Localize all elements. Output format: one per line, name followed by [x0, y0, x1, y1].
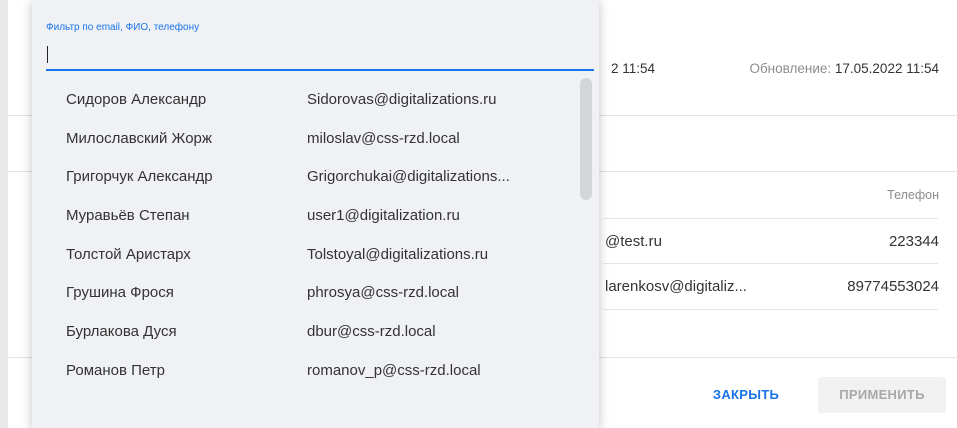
user-option-list: Сидоров Александр Sidorovas@digitalizati…	[32, 80, 582, 390]
updated-date: Обновление: 17.05.2022 11:54	[749, 61, 939, 76]
divider	[603, 218, 938, 219]
user-filter-dropdown: Фильтр по email, ФИО, телефону Сидоров А…	[32, 0, 599, 428]
user-option[interactable]: Милославский Жорж miloslav@css-rzd.local	[32, 119, 582, 158]
table-cell-email: larenkosv@digitaliz...	[605, 278, 747, 295]
user-option[interactable]: Сидоров Александр Sidorovas@digitalizati…	[32, 80, 582, 119]
user-option-name: Милославский Жорж	[66, 129, 212, 147]
user-option[interactable]: Григорчук Александр Grigorchukai@digital…	[32, 157, 582, 196]
user-option-name: Грушина Фрося	[66, 284, 174, 302]
user-option-name: Толстой Аристарх	[66, 245, 191, 263]
user-option-name: Бурлакова Дуся	[66, 323, 177, 341]
user-option-name: Григорчук Александр	[66, 168, 213, 186]
user-option[interactable]: Романов Петр romanov_p@css-rzd.local	[32, 351, 582, 390]
text-cursor	[47, 46, 48, 63]
user-option-email: dbur@css-rzd.local	[307, 323, 436, 341]
user-option-email: Tolstoyal@digitalizations.ru	[307, 245, 489, 263]
user-option-name: Сидоров Александр	[66, 91, 207, 108]
user-option-email: Grigorchukai@digitalizations...	[307, 168, 510, 186]
user-option-name: Романов Петр	[66, 361, 165, 379]
divider	[603, 309, 938, 310]
user-option[interactable]: Муравьёв Степан user1@digitalization.ru	[32, 196, 582, 235]
close-button[interactable]: ЗАКРЫТЬ	[696, 377, 796, 413]
user-option-email: romanov_p@css-rzd.local	[307, 361, 481, 379]
user-option[interactable]: Толстой Аристарх Tolstoyal@digitalizatio…	[32, 235, 582, 274]
scrollbar-thumb[interactable]	[580, 78, 592, 200]
user-option-email: user1@digitalization.ru	[307, 207, 460, 225]
user-option[interactable]: Бурлакова Дуся dbur@css-rzd.local	[32, 312, 582, 351]
updated-label: Обновление:	[749, 61, 835, 76]
table-cell-email: @test.ru	[605, 233, 662, 250]
filter-label: Фильтр по email, ФИО, телефону	[46, 22, 200, 33]
updated-value: 17.05.2022 11:54	[834, 61, 939, 76]
user-option-name: Муравьёв Степан	[66, 207, 190, 225]
divider	[603, 263, 938, 264]
column-header-phone: Телефон	[887, 188, 939, 202]
user-option[interactable]: Грушина Фрося phrosya@css-rzd.local	[32, 273, 582, 312]
created-date: 2 11:54	[611, 61, 656, 76]
user-option-email: miloslav@css-rzd.local	[307, 129, 460, 147]
table-cell-phone: 89774553024	[847, 278, 939, 295]
table-cell-phone: 223344	[888, 233, 939, 250]
filter-input[interactable]	[46, 42, 594, 71]
user-option-email: phrosya@css-rzd.local	[307, 284, 459, 302]
user-option-email: Sidorovas@digitalizations.ru	[307, 91, 497, 108]
apply-button[interactable]: ПРИМЕНИТЬ	[818, 377, 946, 413]
